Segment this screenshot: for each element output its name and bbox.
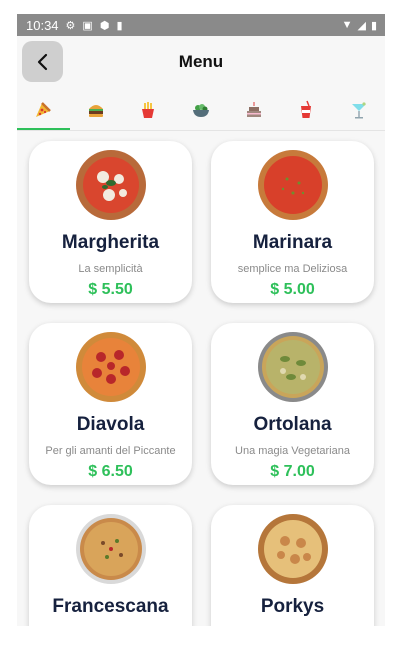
- item-price: $ 6.50: [88, 463, 133, 480]
- item-name: Porkys: [260, 596, 325, 617]
- phone-screen: 10:34 ⚙ ▣ ⬢ ▮ ▼ ◢ ▮ Menu Margherita La s…: [17, 14, 385, 626]
- tabs-divider: [17, 130, 385, 131]
- item-price: $ 5.00: [270, 281, 315, 298]
- status-time: 10:34: [26, 17, 59, 33]
- menu-item-card[interactable]: Marinara semplice ma Deliziosa $ 5.00: [211, 141, 374, 303]
- item-name: Ortolana: [253, 414, 332, 435]
- salad-icon: [193, 104, 210, 117]
- item-description: semplice ma Deliziosa: [237, 263, 348, 275]
- menu-item-card[interactable]: Ortolana Una magia Vegetariana $ 7.00: [211, 323, 374, 485]
- category-tabs: [17, 90, 385, 130]
- fries-icon: [142, 102, 155, 118]
- menu-item-card[interactable]: Diavola Per gli amanti del Piccante $ 6.…: [29, 323, 192, 485]
- item-description: Una magia Vegetariana: [235, 445, 350, 457]
- item-price: $ 5.50: [88, 281, 133, 298]
- pizza-margherita-image: [75, 150, 146, 220]
- cake-icon: [246, 102, 261, 117]
- item-description: La semplicità: [78, 263, 143, 275]
- battery-icon: ▮: [370, 19, 377, 32]
- item-name: Margherita: [61, 232, 160, 253]
- burger-icon: [88, 105, 103, 117]
- tab-cake[interactable]: [227, 90, 280, 130]
- tab-drink[interactable]: [280, 90, 333, 130]
- settings-icon: ⚙: [65, 19, 76, 32]
- page-title: Menu: [178, 52, 224, 71]
- tab-fries[interactable]: [122, 90, 175, 130]
- tab-burger[interactable]: [70, 90, 123, 130]
- sd-card-icon: ▮: [116, 19, 123, 32]
- drink-icon: [301, 100, 312, 118]
- item-name: Francescana: [52, 596, 169, 617]
- tab-cocktail[interactable]: [332, 90, 385, 130]
- notification-icon: ▣: [82, 19, 93, 32]
- menu-item-card[interactable]: Margherita La semplicità $ 5.50: [29, 141, 192, 303]
- pizza-slice-icon: [36, 102, 52, 117]
- wifi-icon: ▼: [341, 19, 353, 31]
- tab-pizza[interactable]: [17, 90, 70, 130]
- item-name: Diavola: [76, 414, 145, 435]
- shield-icon: ⬢: [99, 19, 110, 32]
- pizza-francescana-image: [75, 514, 146, 584]
- cocktail-icon: [351, 102, 366, 119]
- pizza-diavola-image: [75, 332, 146, 402]
- item-description: Per gli amanti del Piccante: [45, 445, 176, 457]
- status-bar: 10:34 ⚙ ▣ ⬢ ▮ ▼ ◢ ▮: [17, 14, 385, 36]
- pizza-marinara-image: [257, 150, 328, 220]
- app-bar: Menu: [17, 36, 385, 90]
- item-price: $ 7.00: [270, 463, 315, 480]
- menu-item-card[interactable]: Francescana: [29, 505, 192, 626]
- tab-salad[interactable]: [175, 90, 228, 130]
- menu-item-card[interactable]: Porkys: [211, 505, 374, 626]
- signal-icon: ◢: [357, 19, 366, 32]
- item-name: Marinara: [252, 232, 333, 253]
- pizza-ortolana-image: [257, 332, 328, 402]
- pizza-porkys-image: [257, 514, 328, 584]
